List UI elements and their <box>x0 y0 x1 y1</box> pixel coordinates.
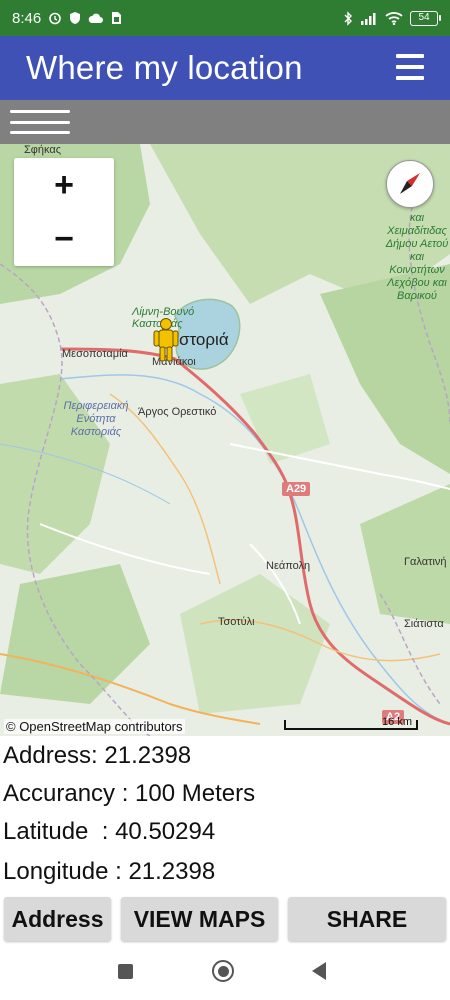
shield-icon <box>69 11 81 25</box>
latitude-label: Latitude : <box>3 818 116 845</box>
battery-icon: 54 <box>410 10 441 26</box>
road-shield-a29: A29 <box>282 482 311 496</box>
share-button[interactable]: SHARE <box>288 897 446 941</box>
home-icon <box>217 965 229 977</box>
longitude-row: Longitude : 21.2398 <box>3 858 215 886</box>
battery-level: 54 <box>418 12 430 23</box>
system-nav-bar <box>0 945 450 1000</box>
view-maps-button[interactable]: VIEW MAPS <box>121 897 278 941</box>
map-label-tsotyli: Τσοτύλι <box>218 616 255 628</box>
map-label-siatista: Σιάτιστα <box>404 618 444 630</box>
longitude-label: Longitude : <box>3 858 129 885</box>
app-title: Where my location <box>26 49 303 86</box>
zoom-controls: + − <box>14 158 114 266</box>
compass-button[interactable] <box>386 160 434 208</box>
menu-icon-line <box>396 65 424 69</box>
cloud-icon <box>88 12 104 24</box>
back-button[interactable] <box>312 962 326 980</box>
person-location-icon <box>153 318 179 362</box>
status-time: 8:46 <box>12 9 42 27</box>
app-bar: Where my location <box>0 36 450 100</box>
map-label-galatini: Γαλατινή <box>404 556 447 568</box>
latitude-value: 40.50294 <box>115 818 216 845</box>
map-view[interactable]: Σφήκας Λίμνη-Βουνό Καστοριάς Καστοριά Με… <box>0 144 450 736</box>
alarm-icon <box>48 11 62 25</box>
zoom-in-button[interactable]: + <box>14 158 114 212</box>
status-left: 8:46 <box>12 10 122 27</box>
zoom-out-button[interactable]: − <box>14 212 114 266</box>
address-button[interactable]: Address <box>4 897 111 941</box>
drawer-icon-line <box>10 131 70 134</box>
map-attribution: © OpenStreetMap contributors <box>4 719 185 734</box>
bluetooth-icon <box>343 10 353 26</box>
accuracy-value: 100 Meters <box>135 780 256 807</box>
longitude-value: 21.2398 <box>128 858 216 885</box>
menu-icon-line <box>396 54 424 58</box>
map-label-right-area: και Χειμαδίτιδας Δήμου Αετού και Κοινοτή… <box>385 212 449 302</box>
home-button[interactable] <box>212 960 234 982</box>
drawer-menu-button[interactable] <box>10 110 70 134</box>
map-label-argos: Άργος Ορεστικό <box>138 406 217 418</box>
accuracy-label: Accurancy : <box>3 780 136 807</box>
map-label-neapoli: Νεάπολη <box>266 560 311 572</box>
status-bar: 8:46 54 <box>0 0 450 36</box>
overflow-menu-button[interactable] <box>396 54 424 80</box>
drawer-icon-line <box>10 110 70 113</box>
latitude-row: Latitude : 40.50294 <box>3 818 215 846</box>
recents-button[interactable] <box>118 964 133 979</box>
sim-card-icon <box>111 11 122 25</box>
map-label-mesopotamia: Μεσοποταμία <box>62 348 128 360</box>
wifi-icon <box>385 11 403 25</box>
accuracy-row: Accurancy : 100 Meters <box>3 780 255 808</box>
map-scale-bar <box>284 720 418 730</box>
toolbar-strip <box>0 100 450 144</box>
status-right: 54 <box>343 10 441 26</box>
address-text: Address: 21.2398 <box>3 742 192 769</box>
map-label-sfika: Σφήκας <box>24 144 62 156</box>
signal-icon <box>360 12 378 25</box>
compass-icon <box>400 173 420 194</box>
map-label-region: Περιφερειακή Ενότητα Καστοριάς <box>63 400 129 438</box>
menu-icon-line <box>396 76 424 80</box>
drawer-icon-line <box>10 120 70 124</box>
